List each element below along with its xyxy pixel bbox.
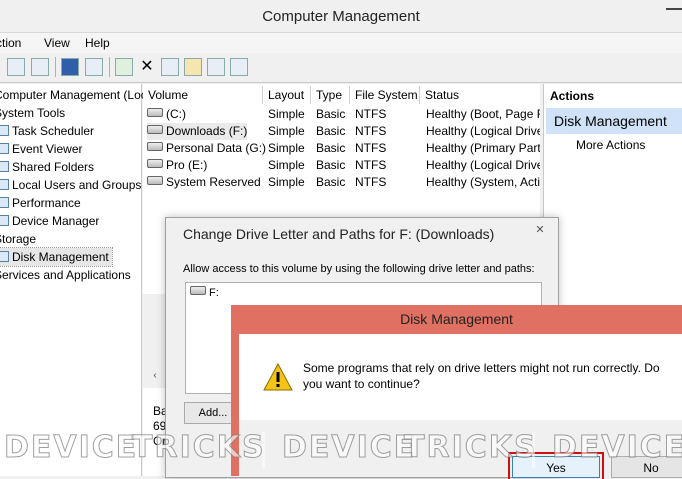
help-icon[interactable]: [61, 58, 79, 76]
tree-item-computer-management[interactable]: Computer Management (Local: [0, 86, 156, 104]
table-row[interactable]: Personal Data (G:) Simple Basic NTFS Hea…: [143, 140, 540, 157]
column-header-status[interactable]: Status: [420, 86, 540, 104]
actions-header: Actions: [550, 89, 595, 103]
toolbar: ✕: [0, 54, 682, 83]
column-header-layout[interactable]: Layout: [263, 86, 311, 104]
tree-item-disk-management[interactable]: Disk Management: [0, 247, 113, 267]
tree-item-local-users[interactable]: Local Users and Groups: [0, 176, 141, 194]
show-hide-tree-icon[interactable]: [31, 58, 49, 76]
column-header-file-system[interactable]: File System: [350, 86, 420, 104]
open-folder-icon[interactable]: [184, 58, 202, 76]
yes-button[interactable]: Yes: [508, 452, 604, 479]
window-title: Computer Management: [262, 8, 420, 25]
toolbar-separator: [109, 57, 110, 77]
scroll-left-icon[interactable]: ‹: [148, 370, 162, 384]
menu-view[interactable]: View: [44, 36, 70, 50]
dialog-title: Change Drive Letter and Paths for F: (Do…: [183, 226, 495, 242]
menu-action[interactable]: Action: [0, 36, 21, 50]
device-manager-icon: [0, 215, 9, 226]
dialog-body: Some programs that rely on drive letters…: [239, 334, 682, 479]
tree-item-services-applications[interactable]: Services and Applications: [0, 266, 131, 284]
action-pane-icon[interactable]: [85, 58, 103, 76]
task-scheduler-icon: [0, 125, 9, 136]
refresh-icon[interactable]: [115, 58, 133, 76]
menu-help[interactable]: Help: [85, 36, 110, 50]
search-icon[interactable]: [207, 58, 225, 76]
tree-item-device-manager[interactable]: Device Manager: [0, 212, 99, 230]
no-button[interactable]: No: [611, 456, 682, 478]
properties-icon[interactable]: [161, 58, 179, 76]
tree-item-performance[interactable]: Performance: [0, 194, 81, 212]
dialog-title: Disk Management: [400, 311, 513, 327]
drive-icon: [147, 108, 163, 117]
table-row[interactable]: Downloads (F:) Simple Basic NTFS Healthy…: [143, 123, 540, 140]
menu-bar: Action View Help: [0, 33, 682, 53]
up-folder-icon[interactable]: [7, 58, 25, 76]
users-icon: [0, 179, 9, 190]
event-viewer-icon: [0, 143, 9, 154]
tree-item-shared-folders[interactable]: Shared Folders: [0, 158, 94, 176]
confirm-dialog: Disk Management Some programs that rely …: [231, 305, 682, 479]
close-icon[interactable]: ✕: [528, 222, 552, 238]
title-bar: Computer Management: [0, 0, 682, 33]
tree-item-event-viewer[interactable]: Event Viewer: [0, 140, 82, 158]
settings-icon[interactable]: [230, 58, 248, 76]
table-row[interactable]: Pro (E:) Simple Basic NTFS Healthy (Logi…: [143, 157, 540, 174]
drive-icon: [147, 142, 163, 151]
column-header-type[interactable]: Type: [311, 86, 350, 104]
disk-management-icon: [0, 251, 9, 262]
dialog-footer: Yes No: [239, 420, 682, 479]
warning-icon: [263, 363, 293, 391]
drive-icon: [147, 159, 163, 168]
performance-icon: [0, 197, 9, 208]
minimize-button[interactable]: [666, 8, 682, 10]
drive-icon: [147, 176, 163, 185]
drive-icon: [147, 125, 163, 134]
dialog-message: Some programs that rely on drive letters…: [303, 361, 660, 391]
list-item[interactable]: F:: [190, 286, 219, 299]
tree-item-system-tools[interactable]: System Tools: [0, 104, 65, 122]
tree-item-storage[interactable]: Storage: [0, 230, 36, 248]
more-actions-link[interactable]: More Actions: [576, 138, 645, 152]
tree-item-task-scheduler[interactable]: Task Scheduler: [0, 122, 94, 140]
column-header-volume[interactable]: Volume: [143, 86, 263, 104]
actions-disk-management[interactable]: Disk Management: [546, 108, 682, 134]
delete-icon[interactable]: ✕: [138, 58, 156, 76]
toolbar-separator: [55, 57, 56, 77]
navigation-tree: Computer Management (Local System Tools …: [0, 84, 156, 476]
table-row[interactable]: System Reserved Simple Basic NTFS Health…: [143, 174, 540, 191]
table-row[interactable]: (C:) Simple Basic NTFS Healthy (Boot, Pa…: [143, 106, 540, 123]
shared-folders-icon: [0, 161, 9, 172]
drive-icon: [190, 286, 206, 295]
dialog-description: Allow access to this volume by using the…: [183, 263, 535, 275]
